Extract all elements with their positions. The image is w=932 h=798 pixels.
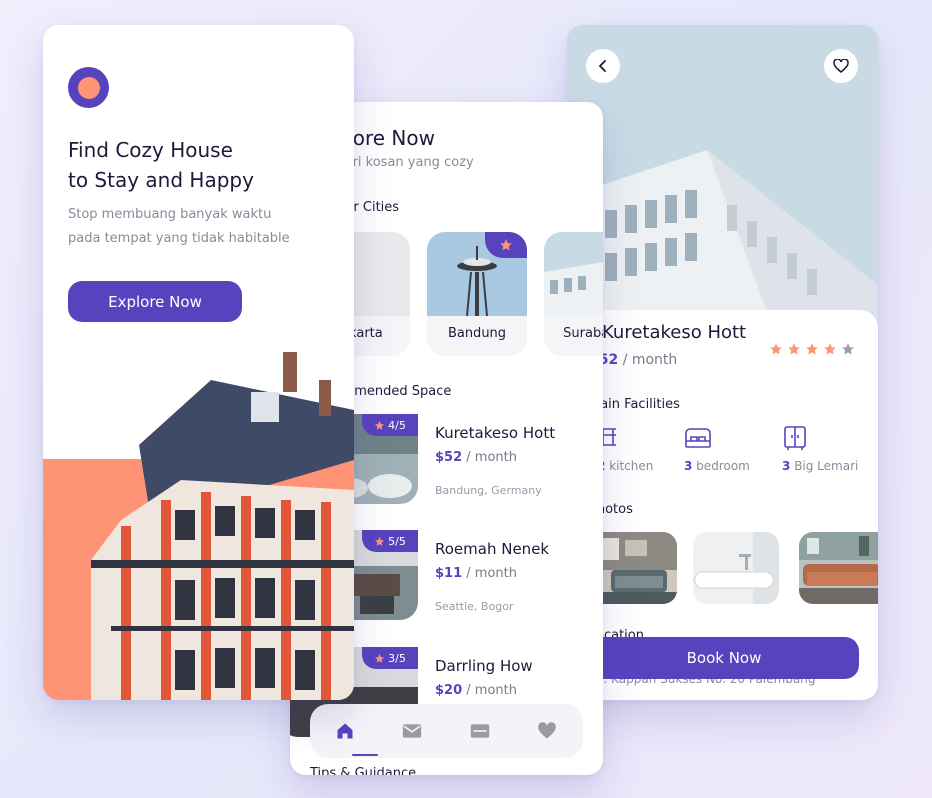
- nav-payments[interactable]: [467, 718, 493, 744]
- app-logo: [68, 67, 109, 108]
- featured-badge: [485, 232, 527, 258]
- bathroom-photo: [693, 532, 779, 604]
- facility-big-lemari: 3 Big Lemari: [782, 459, 859, 473]
- explore-now-button[interactable]: Explore Now: [68, 281, 242, 322]
- city-name: Bandung: [447, 326, 507, 341]
- city-name: Surabaya: [563, 326, 603, 341]
- star-icon: [770, 343, 782, 355]
- city-card-bandung[interactable]: Bandung: [427, 232, 527, 356]
- space-price: $52 / month: [435, 450, 517, 465]
- space-price: $20 / month: [435, 683, 517, 698]
- rating-badge: 3/5: [362, 647, 418, 669]
- card-icon: [470, 724, 490, 738]
- home-icon: [337, 723, 353, 739]
- rating-stars: [769, 342, 855, 356]
- onboarding-headline: Find Cozy House to Stay and Happy: [68, 138, 254, 192]
- onboarding-description: Stop membuang banyak waktu pada tempat y…: [68, 207, 290, 246]
- city-image: [544, 232, 603, 316]
- wardrobe-icon: [784, 426, 806, 450]
- nav-favorites[interactable]: [534, 718, 560, 744]
- star-icon: [824, 343, 836, 355]
- space-price: $11 / month: [435, 566, 517, 581]
- space-name: Kuretakeso Hott: [435, 424, 556, 442]
- heart-icon: [538, 722, 556, 739]
- photo-thumbnail[interactable]: [591, 532, 677, 604]
- detail-screen: Kuretakeso Hott $52 / month Main Facilit…: [567, 25, 878, 700]
- space-location: Seattle, Bogor: [435, 600, 514, 613]
- facility-kitchen: 2 kitchen: [597, 459, 654, 473]
- onboarding-screen: Find Cozy House to Stay and Happy Stop m…: [43, 25, 354, 700]
- rating-badge: 5/5: [362, 530, 418, 552]
- sofa-photo: [799, 532, 878, 604]
- star-icon: [788, 343, 800, 355]
- rating-badge: 4/5: [362, 414, 418, 436]
- chevron-left-icon: [598, 60, 606, 72]
- detail-price-period: / month: [622, 352, 678, 368]
- star-icon: [806, 343, 818, 355]
- nav-messages[interactable]: [399, 718, 425, 744]
- tips-title: Tips & Guidance: [310, 766, 417, 775]
- space-name: Roemah Nenek: [435, 540, 550, 558]
- city-card-surabaya[interactable]: Surabaya: [544, 232, 603, 356]
- star-icon: [375, 420, 385, 430]
- star-icon: [842, 343, 854, 355]
- star-icon: [500, 239, 512, 251]
- heart-outline-icon: [833, 59, 849, 73]
- living-room-photo: [591, 532, 677, 604]
- nav-home[interactable]: [332, 718, 358, 744]
- star-icon: [375, 536, 385, 546]
- facility-bedroom: 3 bedroom: [684, 459, 750, 473]
- star-icon: [375, 653, 385, 663]
- photo-thumbnail[interactable]: [799, 532, 878, 604]
- bottom-nav: [310, 704, 583, 758]
- nav-active-indicator: [352, 754, 378, 756]
- space-location: Bandung, Germany: [435, 484, 542, 497]
- space-name: Darrling How: [435, 657, 533, 675]
- back-button[interactable]: [586, 49, 620, 83]
- mail-icon: [402, 724, 422, 738]
- detail-title: Kuretakeso Hott: [602, 322, 747, 343]
- book-now-button[interactable]: Book Now: [589, 637, 859, 679]
- photo-thumbnail[interactable]: [693, 532, 779, 604]
- favorite-button[interactable]: [824, 49, 858, 83]
- building-image: [91, 352, 354, 700]
- bedroom-icon: [685, 428, 711, 448]
